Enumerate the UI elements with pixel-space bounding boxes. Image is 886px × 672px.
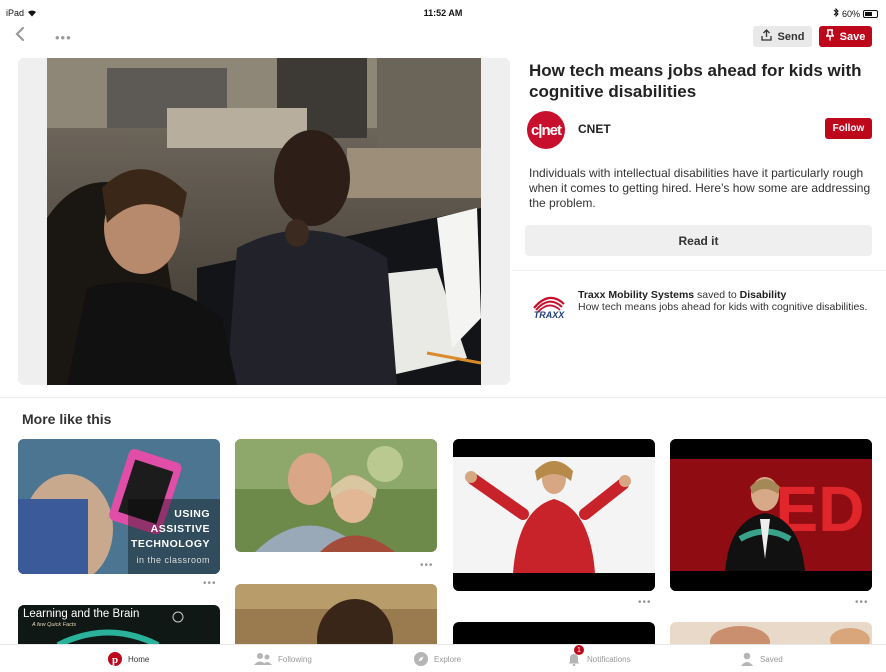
following-icon — [254, 652, 272, 666]
share-icon — [760, 29, 772, 44]
status-time: 11:52 AM — [423, 8, 463, 18]
board-name[interactable]: Disability — [740, 289, 787, 301]
saver-name[interactable]: Traxx Mobility Systems — [578, 289, 694, 301]
save-label: Save — [839, 30, 866, 43]
tab-following[interactable]: Following — [254, 652, 312, 666]
more-options-icon[interactable]: ••• — [638, 597, 652, 608]
traxx-logo[interactable]: TRAXX — [530, 288, 568, 326]
save-button[interactable]: Save — [819, 26, 872, 47]
saved-verb: saved to — [694, 289, 740, 301]
overlay-line: USING — [174, 508, 210, 520]
tab-bar: p Home Following Explore Notifications S… — [0, 644, 886, 672]
divider — [0, 397, 886, 398]
more-options-icon[interactable]: ••• — [855, 597, 869, 608]
related-pin-couple[interactable] — [235, 439, 437, 552]
related-pin-video[interactable] — [453, 622, 655, 645]
source-name[interactable]: CNET — [578, 122, 611, 136]
person-icon — [740, 652, 754, 666]
more-like-this-title: More like this — [22, 411, 112, 427]
svg-text:p: p — [112, 654, 118, 666]
related-pin-boy-face[interactable] — [235, 584, 437, 645]
read-it-button[interactable]: Read it — [525, 225, 872, 256]
related-pin-learning-brain[interactable]: Learning and the Brain A few Quick Facts — [18, 605, 220, 645]
overlay-line: ASSISTIVE — [150, 523, 210, 535]
tab-label: Following — [278, 654, 312, 664]
related-pin-woman-red-shirt[interactable] — [453, 439, 655, 591]
learning-brain-sub: A few Quick Facts — [32, 622, 77, 628]
more-options-icon[interactable]: ••• — [203, 578, 217, 589]
pin-image-frame[interactable] — [18, 58, 510, 385]
svg-text:TRAXX: TRAXX — [534, 310, 565, 320]
pinterest-icon: p — [108, 652, 122, 666]
status-bar: iPad 11:52 AM 60% — [0, 0, 886, 20]
cnet-logo[interactable]: c|net — [527, 111, 565, 149]
pin-image[interactable] — [47, 58, 481, 385]
overlay-line: TECHNOLOGY — [130, 538, 210, 550]
send-label: Send — [777, 30, 805, 43]
saved-by-text: Traxx Mobility Systems saved to Disabili… — [578, 289, 868, 313]
battery-icon — [863, 9, 878, 18]
status-right: 60% — [833, 7, 878, 19]
pushpin-icon — [824, 29, 835, 44]
notification-badge: 1 — [574, 645, 584, 655]
send-button[interactable]: Send — [753, 26, 812, 47]
learning-brain-title: Learning and the Brain — [23, 608, 140, 620]
related-pin-photo[interactable] — [670, 622, 872, 645]
more-options-icon[interactable]: ••• — [55, 30, 72, 45]
compass-icon — [414, 652, 428, 666]
tab-label: Notifications — [587, 654, 631, 664]
pin-description: Individuals with intellectual disabiliti… — [529, 166, 871, 210]
tab-home[interactable]: p Home — [108, 652, 149, 666]
more-options-icon[interactable]: ••• — [420, 560, 434, 571]
divider — [512, 270, 886, 271]
follow-button[interactable]: Follow — [825, 118, 872, 139]
cnet-logo-text: c|net — [530, 121, 562, 139]
saved-caption: How tech means jobs ahead for kids with … — [578, 301, 868, 313]
tab-label: Saved — [760, 654, 783, 664]
related-pin-assistive-tech[interactable]: USING ASSISTIVE TECHNOLOGY in the classr… — [18, 439, 220, 574]
bluetooth-icon — [833, 7, 839, 19]
tab-saved[interactable]: Saved — [740, 652, 783, 666]
tab-label: Home — [128, 654, 150, 664]
back-chevron-icon[interactable] — [14, 26, 32, 44]
tab-label: Explore — [434, 654, 462, 664]
pin-title: How tech means jobs ahead for kids with … — [529, 61, 862, 101]
battery-text: 60% — [841, 8, 860, 19]
assistive-tech-overlay: USING ASSISTIVE TECHNOLOGY in the classr… — [131, 507, 210, 568]
related-pin-ted-talk[interactable]: ED — [670, 439, 872, 591]
tab-explore[interactable]: Explore — [414, 652, 461, 666]
overlay-sub: in the classroom — [136, 555, 210, 565]
